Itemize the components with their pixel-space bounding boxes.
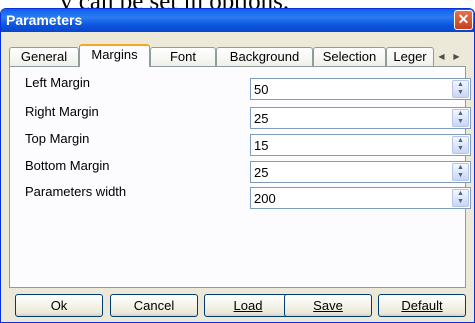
bottom-margin-label: Bottom Margin bbox=[25, 158, 110, 173]
triangle-right-icon[interactable]: ▶ bbox=[449, 48, 464, 65]
chevron-down-icon[interactable]: ▼ bbox=[453, 172, 468, 180]
bottom-margin-spin-buttons[interactable]: ▲ ▼ bbox=[452, 163, 469, 181]
left-margin-spin-buttons[interactable]: ▲ ▼ bbox=[452, 80, 469, 98]
top-margin-spinner[interactable]: 15 ▲ ▼ bbox=[250, 134, 471, 156]
tab-margins[interactable]: Margins bbox=[79, 44, 150, 67]
tab-background[interactable]: Background bbox=[216, 47, 313, 66]
chevron-up-icon[interactable]: ▲ bbox=[453, 164, 468, 172]
margins-panel: Left Margin 50 ▲ ▼ Right Margin 25 ▲ ▼ Top… bbox=[9, 66, 471, 288]
parameters-dialog: Parameters ✕ General Margins Font Backgr… bbox=[0, 8, 475, 323]
left-margin-value[interactable]: 50 bbox=[254, 82, 268, 97]
parameters-width-spinner[interactable]: 200 ▲ ▼ bbox=[250, 187, 471, 209]
load-button[interactable]: Load bbox=[204, 294, 292, 317]
default-button[interactable]: Default bbox=[378, 294, 466, 317]
right-margin-spinner[interactable]: 25 ▲ ▼ bbox=[250, 107, 471, 129]
parameters-width-label: Parameters width bbox=[25, 184, 127, 199]
close-button[interactable]: ✕ bbox=[454, 10, 473, 30]
top-margin-label: Top Margin bbox=[25, 131, 90, 146]
left-margin-label: Left Margin bbox=[25, 75, 91, 90]
tab-font[interactable]: Font bbox=[150, 47, 216, 66]
right-margin-label: Right Margin bbox=[25, 104, 99, 119]
tab-strip: General Margins Font Background Selectio… bbox=[9, 44, 466, 67]
chevron-up-icon[interactable]: ▲ bbox=[453, 137, 468, 145]
chevron-down-icon[interactable]: ▼ bbox=[453, 89, 468, 97]
parameters-width-spin-buttons[interactable]: ▲ ▼ bbox=[452, 189, 469, 207]
window-title: Parameters bbox=[6, 12, 83, 28]
triangle-left-icon[interactable]: ◀ bbox=[434, 48, 449, 65]
chevron-up-icon[interactable]: ▲ bbox=[453, 110, 468, 118]
top-margin-spin-buttons[interactable]: ▲ ▼ bbox=[452, 136, 469, 154]
chevron-down-icon[interactable]: ▼ bbox=[453, 145, 468, 153]
left-margin-spinner[interactable]: 50 ▲ ▼ bbox=[250, 78, 471, 100]
chevron-up-icon[interactable]: ▲ bbox=[453, 190, 468, 198]
right-margin-value[interactable]: 25 bbox=[254, 111, 268, 126]
chevron-up-icon[interactable]: ▲ bbox=[453, 81, 468, 89]
cancel-button[interactable]: Cancel bbox=[110, 294, 198, 317]
tab-legend[interactable]: Leger bbox=[386, 47, 434, 66]
tab-scroll-buttons: ◀ ▶ bbox=[434, 47, 466, 64]
save-button[interactable]: Save bbox=[284, 294, 372, 317]
tab-general[interactable]: General bbox=[9, 47, 79, 66]
bottom-margin-value[interactable]: 25 bbox=[254, 165, 268, 180]
tab-selection[interactable]: Selection bbox=[313, 47, 386, 66]
bottom-margin-spinner[interactable]: 25 ▲ ▼ bbox=[250, 161, 471, 183]
top-margin-value[interactable]: 15 bbox=[254, 138, 268, 153]
parameters-width-value[interactable]: 200 bbox=[254, 191, 276, 206]
chevron-down-icon[interactable]: ▼ bbox=[453, 118, 468, 126]
title-bar[interactable]: Parameters ✕ bbox=[1, 9, 474, 32]
ok-button[interactable]: Ok bbox=[15, 294, 103, 317]
right-margin-spin-buttons[interactable]: ▲ ▼ bbox=[452, 109, 469, 127]
chevron-down-icon[interactable]: ▼ bbox=[453, 198, 468, 206]
